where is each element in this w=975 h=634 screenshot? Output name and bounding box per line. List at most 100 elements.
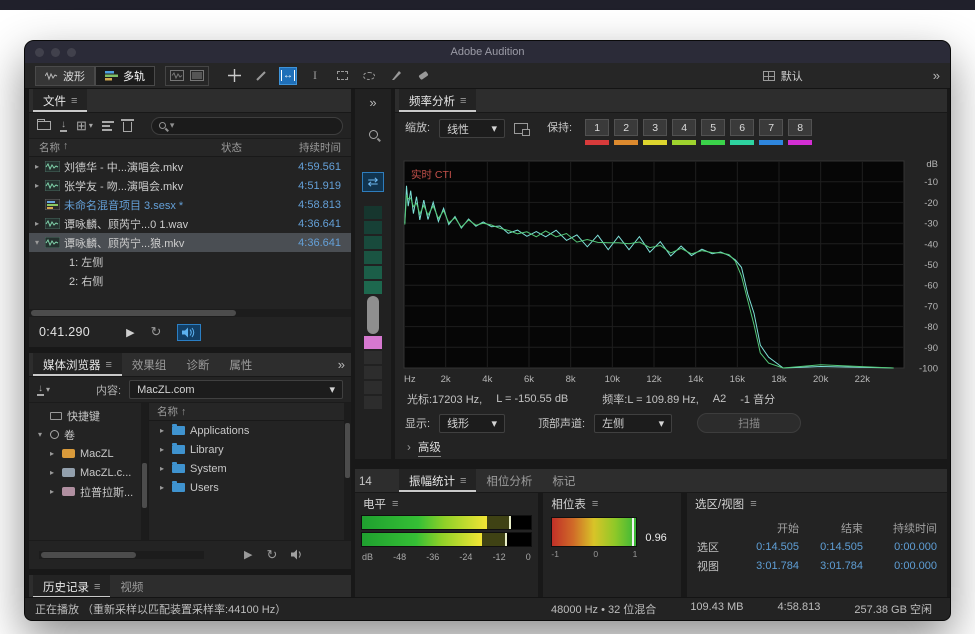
scrollbar-thumb[interactable] <box>41 552 136 558</box>
tab-diagnostics[interactable]: 诊断 <box>176 353 219 376</box>
tree-item-shortcuts[interactable]: 快捷键 <box>29 406 148 425</box>
file-row[interactable]: ▸ 张学友 - 吻...演唱会.mkv 4:51.919 <box>29 176 351 195</box>
media-list-header[interactable]: 名称 ↑ <box>149 403 351 421</box>
tab-amplitude-statistics[interactable]: 振幅统计 ≡ <box>399 469 476 492</box>
tree-vertical-scrollbar[interactable] <box>141 403 148 540</box>
file-row-selected[interactable]: ▾ 谭咏麟、顾芮宁...狼.mkv 4:36.641 <box>29 233 351 252</box>
strip-scroll-thumb[interactable] <box>367 296 379 334</box>
folder-row[interactable]: ▸ System <box>149 459 351 478</box>
display-dropdown[interactable]: 线形 ▾ <box>439 414 505 433</box>
minimize-window-icon[interactable] <box>51 48 60 57</box>
zoom-tool-icon[interactable] <box>369 126 378 144</box>
open-file-button[interactable] <box>37 121 51 130</box>
scan-button[interactable]: 扫描 <box>697 413 801 433</box>
close-window-icon[interactable] <box>35 48 44 57</box>
waveform-button[interactable]: 波形 <box>35 66 95 86</box>
tree-item-volumes[interactable]: ▾ 卷 <box>29 425 148 444</box>
move-tool-icon[interactable] <box>225 67 243 85</box>
top-channel-dropdown[interactable]: 左侧 ▾ <box>594 414 672 433</box>
list-vertical-scrollbar[interactable] <box>344 403 351 540</box>
auto-play-toggle[interactable] <box>177 324 201 341</box>
insert-into-multitrack-button[interactable] <box>102 121 114 131</box>
slip-tool-icon[interactable]: ↔ <box>279 67 297 85</box>
panel-menu-icon[interactable]: ≡ <box>460 475 466 487</box>
tab-markers[interactable]: 标记 <box>542 469 585 492</box>
content-source-dropdown[interactable]: MacZL.com ▾ <box>129 380 343 399</box>
collapse-icon[interactable]: ▾ <box>29 238 45 247</box>
tree-item-drive[interactable]: ▸ MacZL.c... <box>29 463 148 482</box>
expand-icon[interactable]: ▸ <box>47 468 57 477</box>
file-row-session[interactable]: 未命名混音项目 3.sesx * 4:58.813 <box>29 195 351 214</box>
panel-menu-icon[interactable]: ≡ <box>106 359 112 371</box>
panel-menu-icon[interactable]: ≡ <box>592 498 598 510</box>
hold-button[interactable]: 4 <box>672 119 696 136</box>
time-selection-tool-icon[interactable]: I <box>306 67 324 85</box>
channel-row[interactable]: 1: 左侧 <box>29 252 351 271</box>
hold-button[interactable]: 5 <box>701 119 725 136</box>
channel-row[interactable]: 2: 右侧 <box>29 271 351 290</box>
media-play-button[interactable]: ▶ <box>244 548 252 561</box>
marquee-selection-tool-icon[interactable] <box>333 67 351 85</box>
panel-menu-icon[interactable]: ≡ <box>750 498 756 510</box>
expand-icon[interactable]: ▸ <box>29 219 45 228</box>
tab-files[interactable]: 文件 ≡ <box>33 89 87 112</box>
hold-button[interactable]: 8 <box>788 119 812 136</box>
media-import-button[interactable]: ↓▾ <box>37 384 50 396</box>
hold-button[interactable]: 6 <box>730 119 754 136</box>
play-button[interactable]: ▶ <box>126 326 134 339</box>
expand-icon[interactable]: ▸ <box>157 426 167 435</box>
media-speaker-icon[interactable] <box>291 549 305 560</box>
column-name[interactable]: 名称 ↑ <box>29 140 221 155</box>
workspace-selector[interactable]: 默认 <box>763 68 803 84</box>
media-loop-icon[interactable]: ↻ <box>266 547 277 563</box>
panel-menu-icon[interactable]: ≡ <box>71 95 77 107</box>
media-horizontal-scrollbar[interactable] <box>39 551 204 559</box>
folder-row[interactable]: ▸ Applications <box>149 421 351 440</box>
tab-effects-rack[interactable]: 效果组 <box>122 353 177 376</box>
waveform-view-icon[interactable] <box>170 70 184 81</box>
advanced-section[interactable]: › 高级 <box>395 437 947 459</box>
expand-icon[interactable]: ▸ <box>157 445 167 454</box>
tab-frequency-analysis[interactable]: 频率分析 ≡ <box>399 89 476 112</box>
multitrack-button[interactable]: 多轨 <box>95 66 155 86</box>
expand-icon[interactable]: ▸ <box>47 449 57 458</box>
panel-overflow-icon[interactable]: » <box>338 357 345 372</box>
new-item-button[interactable]: ⊞▾ <box>76 118 93 134</box>
loop-playback-icon[interactable]: ↻ <box>151 324 162 340</box>
folder-row[interactable]: ▸ Library <box>149 440 351 459</box>
panel-menu-icon[interactable]: ≡ <box>460 95 466 107</box>
toolbar-overflow-icon[interactable]: » <box>933 68 940 83</box>
file-row[interactable]: ▸ 谭咏麟、顾芮宁...0 1.wav 4:36.641 <box>29 214 351 233</box>
scrollbar-thumb[interactable] <box>31 310 236 316</box>
hold-button[interactable]: 1 <box>585 119 609 136</box>
expand-icon[interactable]: ▸ <box>47 487 57 496</box>
tree-item-drive[interactable]: ▸ 拉普拉斯... <box>29 482 148 501</box>
expand-icon[interactable]: ▸ <box>157 464 167 473</box>
delete-button[interactable] <box>123 120 132 132</box>
tab-history[interactable]: 历史记录 ≡ <box>33 575 110 598</box>
tree-item-drive[interactable]: ▸ MacZL <box>29 444 148 463</box>
tab-properties[interactable]: 属性 <box>219 353 262 376</box>
column-status[interactable]: 状态 <box>221 140 273 155</box>
column-duration[interactable]: 持续时间 <box>273 140 351 155</box>
razor-tool-icon[interactable] <box>252 67 270 85</box>
scrollbar-thumb[interactable] <box>345 423 350 478</box>
lasso-selection-tool-icon[interactable] <box>360 67 378 85</box>
search-input[interactable]: ▾ <box>151 117 343 135</box>
strip-overflow-icon[interactable]: » <box>369 95 376 110</box>
scrollbar-thumb[interactable] <box>142 463 147 508</box>
files-horizontal-scrollbar[interactable] <box>29 309 351 317</box>
collapse-icon[interactable]: ▾ <box>35 430 45 439</box>
spectral-view-icon[interactable] <box>190 70 204 81</box>
panel-menu-icon[interactable]: ≡ <box>94 581 100 593</box>
detach-graph-icon[interactable] <box>514 123 528 134</box>
file-row[interactable]: ▸ 刘德华 - 中...演唱会.mkv 4:59.561 <box>29 157 351 176</box>
hold-button[interactable]: 2 <box>614 119 638 136</box>
brush-selection-tool-icon[interactable] <box>387 67 405 85</box>
hold-button[interactable]: 7 <box>759 119 783 136</box>
tab-media-browser[interactable]: 媒体浏览器 ≡ <box>33 353 122 376</box>
panel-menu-icon[interactable]: ≡ <box>392 498 398 510</box>
tab-phase-analysis[interactable]: 相位分析 <box>476 469 542 492</box>
hold-button[interactable]: 3 <box>643 119 667 136</box>
tab-video[interactable]: 视频 <box>110 575 153 598</box>
